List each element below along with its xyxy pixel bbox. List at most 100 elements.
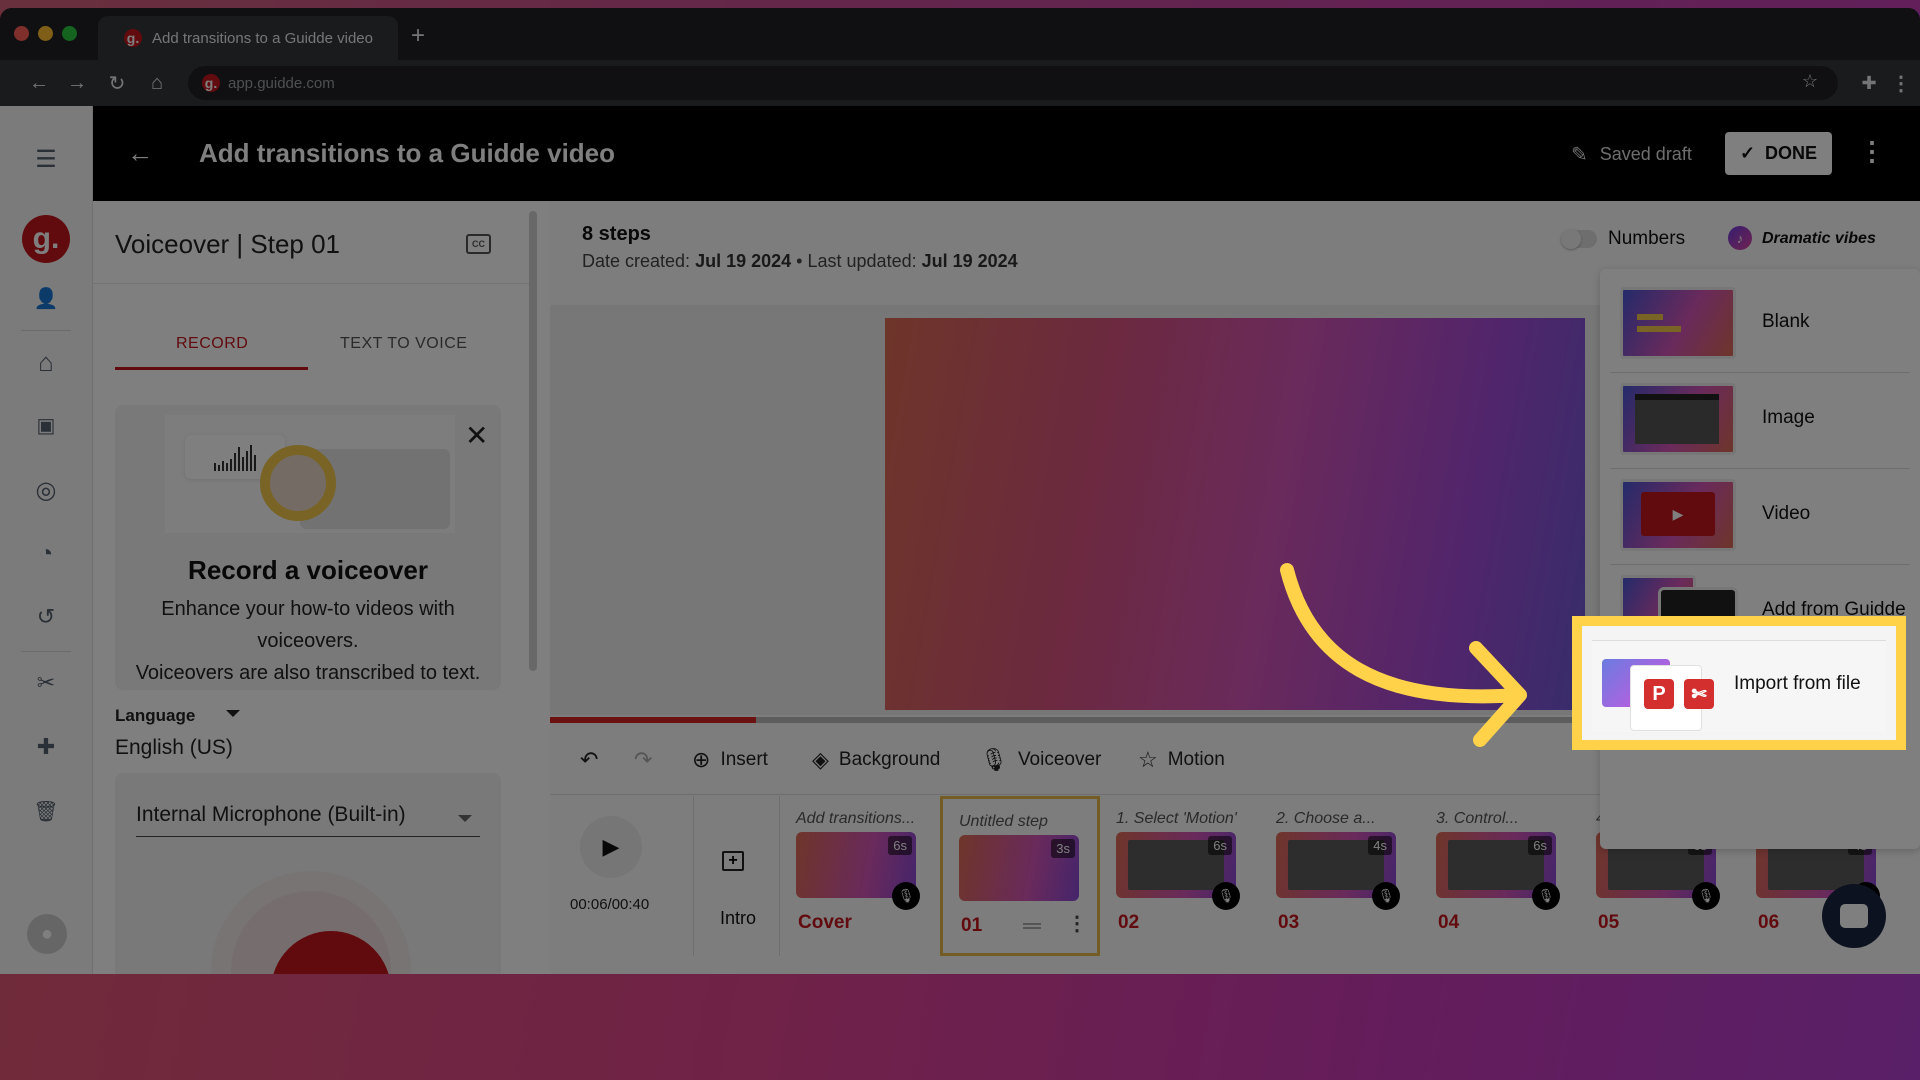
microphone-icon[interactable]: 🎙 xyxy=(1692,882,1720,910)
guidde-favicon-icon: g. xyxy=(124,29,142,47)
drag-handle-icon[interactable] xyxy=(1023,923,1041,929)
user-icon: ● xyxy=(40,922,54,945)
add-user-icon[interactable]: 👤 xyxy=(27,279,65,317)
site-favicon-icon: g. xyxy=(202,74,220,92)
timeline-step[interactable]: 1. Select 'Motion' 6s 🎙 02 xyxy=(1100,796,1260,956)
close-window-button[interactable] xyxy=(14,26,29,41)
intro-button[interactable]: + Intro xyxy=(694,796,780,956)
microphone-select[interactable]: Internal Microphone (Built-in) xyxy=(136,803,480,837)
back-arrow-icon[interactable]: ← xyxy=(127,138,153,169)
numbers-label: Numbers xyxy=(1608,228,1686,249)
extension-icon[interactable]: ✚ xyxy=(27,728,65,766)
home-icon[interactable]: ⌂ xyxy=(27,343,65,381)
browser-menu-icon[interactable]: ⋮ xyxy=(1888,70,1914,96)
music-track-label[interactable]: Dramatic vibes xyxy=(1762,230,1876,248)
step-title: Add transitions... xyxy=(796,810,916,827)
background-button[interactable]: ◈ Background xyxy=(812,747,940,773)
closed-captions-icon[interactable]: CC xyxy=(466,234,491,254)
back-arrow-icon[interactable]: ← xyxy=(26,70,52,96)
more-options-icon[interactable]: ⋮ xyxy=(1067,911,1087,936)
menu-label: Import from file xyxy=(1734,673,1861,694)
step-duration: 6s xyxy=(1208,836,1232,855)
forward-arrow-icon[interactable]: → xyxy=(64,70,90,96)
history-icon[interactable]: ↺ xyxy=(27,598,65,636)
step-duration: 6s xyxy=(888,836,912,855)
step-thumbnail: 6s 🎙 xyxy=(796,832,920,910)
page-title: Add transitions to a Guidde video xyxy=(199,138,616,168)
presenter-avatar xyxy=(260,445,336,521)
active-tab-indicator xyxy=(115,367,308,370)
step-title: 2. Choose a... xyxy=(1276,810,1376,827)
music-note-icon[interactable]: ♪ xyxy=(1728,226,1752,250)
panel-scrollbar[interactable] xyxy=(529,211,537,671)
video-library-icon[interactable]: ▣ xyxy=(27,406,65,444)
more-options-icon[interactable]: ⋮ xyxy=(1859,136,1885,167)
browser-toolbar: ← → ↻ ⌂ g. app.guidde.com ☆ ✚ ⋮ xyxy=(0,60,1920,106)
hamburger-menu-icon[interactable]: ☰ xyxy=(27,140,65,178)
extensions-puzzle-icon[interactable]: ✚ xyxy=(1856,70,1882,96)
app-header: ← Add transitions to a Guidde video ✎ Sa… xyxy=(93,106,1920,201)
callout-arrow-icon xyxy=(1280,563,1527,747)
playback-time: 00:06/00:40 xyxy=(570,896,650,913)
step-title: Untitled step xyxy=(959,813,1048,830)
voiceover-button[interactable]: 🎙 Voiceover xyxy=(980,747,1101,773)
browser-tab-bar: g. Add transitions to a Guidde video + xyxy=(0,8,1920,60)
timeline-step[interactable]: 2. Choose a... 4s 🎙 03 xyxy=(1260,796,1420,956)
home-icon[interactable]: ⌂ xyxy=(144,70,170,96)
maximize-window-button[interactable] xyxy=(62,26,77,41)
text-line-icon xyxy=(1637,314,1663,320)
language-label: Language xyxy=(115,706,196,725)
done-button[interactable]: ✓ DONE xyxy=(1725,132,1832,175)
reload-icon[interactable]: ↻ xyxy=(104,70,130,96)
insert-menu-item-image[interactable]: Image xyxy=(1610,373,1910,469)
microphone-icon[interactable]: 🎙 xyxy=(892,882,920,910)
browser-tab[interactable]: g. Add transitions to a Guidde video xyxy=(98,16,398,60)
insert-button[interactable]: ⊕ Insert xyxy=(692,747,768,773)
playback-controls: ▶ 00:06/00:40 xyxy=(550,796,694,956)
record-button[interactable]: REC xyxy=(271,931,391,974)
user-avatar[interactable]: ● xyxy=(27,914,67,954)
language-dropdown-caret-icon[interactable] xyxy=(226,710,240,717)
language-value[interactable]: English (US) xyxy=(115,736,233,760)
insert-menu: Blank Image ▶ Video Add from Guidde xyxy=(1600,269,1920,849)
menu-label: Video xyxy=(1762,503,1811,524)
motion-button[interactable]: ☆ Motion xyxy=(1138,747,1225,773)
spaces-icon[interactable]: ◎ xyxy=(27,471,65,509)
tab-text-to-voice[interactable]: TEXT TO VOICE xyxy=(340,335,467,353)
insert-menu-item-video[interactable]: ▶ Video xyxy=(1610,469,1910,565)
design-tools-icon[interactable]: ✂ xyxy=(27,664,65,702)
trash-schedule-icon[interactable]: 🗑 xyxy=(27,792,65,830)
play-button[interactable]: ▶ xyxy=(580,816,642,878)
undo-button[interactable]: ↶ xyxy=(580,747,598,773)
new-tab-button[interactable]: + xyxy=(404,22,432,50)
microphone-icon[interactable]: 🎙 xyxy=(1532,882,1560,910)
check-icon: ✓ xyxy=(1739,143,1756,163)
insert-menu-item-import-from-file[interactable]: P ✄ Import from file xyxy=(1592,640,1886,732)
analytics-icon[interactable]: ◔ xyxy=(27,535,65,573)
insert-menu-item-blank[interactable]: Blank xyxy=(1610,277,1910,373)
edit-pencil-icon: ✎ xyxy=(1571,144,1588,166)
bookmark-star-icon[interactable]: ☆ xyxy=(1802,71,1818,92)
redo-button[interactable]: ↷ xyxy=(634,747,652,773)
step-number: 01 xyxy=(961,915,983,936)
timeline-step[interactable]: 3. Control... 6s 🎙 04 xyxy=(1420,796,1580,956)
record-button-ring-inner: REC xyxy=(231,891,391,974)
steps-count: 8 steps xyxy=(582,223,651,245)
play-icon: ▶ xyxy=(1641,492,1715,536)
microphone-icon[interactable]: 🎙 xyxy=(1212,882,1240,910)
minimize-window-button[interactable] xyxy=(38,26,53,41)
chevron-down-icon xyxy=(458,815,472,822)
guidde-app: ☰ g. 👤 ⌂ ▣ ◎ ◔ ↺ ✂ ✚ 🗑 ● ← Add transitio… xyxy=(0,106,1920,974)
timeline-step[interactable]: Untitled step 3s 01 ⋮ xyxy=(940,796,1100,956)
chat-icon xyxy=(1840,904,1868,928)
tab-record[interactable]: RECORD xyxy=(176,335,248,353)
microphone-icon[interactable]: 🎙 xyxy=(1372,882,1400,910)
guidde-logo[interactable]: g. xyxy=(22,215,70,263)
timeline-step[interactable]: Add transitions... 6s 🎙 Cover xyxy=(780,796,940,956)
numbers-toggle[interactable] xyxy=(1561,229,1597,249)
close-icon[interactable]: ✕ xyxy=(465,419,488,452)
paint-bucket-icon: ◈ xyxy=(812,747,829,772)
chat-support-button[interactable] xyxy=(1822,884,1886,948)
last-updated-label: Last updated: xyxy=(807,251,917,271)
address-bar[interactable]: g. app.guidde.com ☆ xyxy=(188,66,1838,100)
